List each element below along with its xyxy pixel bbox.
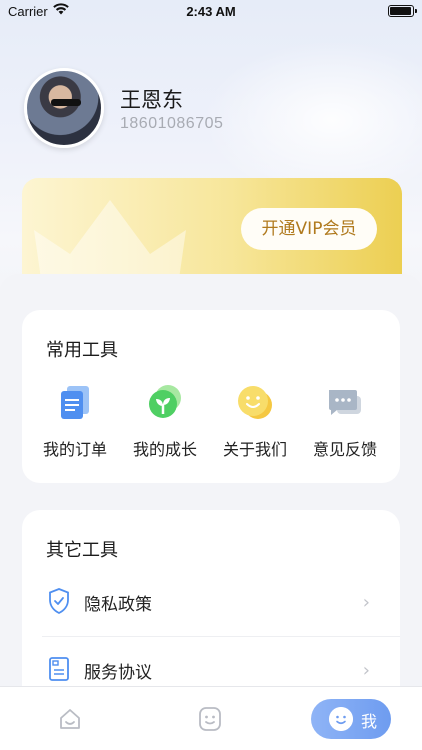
tool-label: 关于我们: [222, 440, 287, 459]
tab-me-label: 我: [361, 712, 378, 731]
avatar-photo: [51, 99, 81, 106]
row-label: 隐私政策: [84, 595, 152, 615]
document-icon: [61, 386, 89, 419]
open-vip-button[interactable]: 开通VIP会员: [241, 208, 377, 250]
tab-me[interactable]: 我: [311, 699, 391, 739]
smile-icon: [329, 707, 353, 731]
tool-label: 我的订单: [42, 440, 107, 459]
chevron-right-icon: ›: [362, 592, 370, 613]
chat-bubble-icon: [329, 390, 361, 415]
status-time: 2:43 AM: [186, 4, 236, 19]
row-label: 服务协议: [84, 663, 152, 683]
tool-label: 意见反馈: [312, 440, 377, 459]
chevron-right-icon: ›: [362, 660, 370, 681]
shield-icon: [49, 588, 69, 614]
tool-label: 我的成长: [132, 440, 197, 459]
sprout-icon: [149, 385, 181, 418]
status-bar: Carrier 2:43 AM: [0, 0, 422, 24]
other-tools-title: 其它工具: [46, 540, 118, 561]
user-name: 王恩东: [120, 88, 183, 112]
user-phone: 18601086705: [120, 115, 224, 132]
smiley-coin-icon: [238, 386, 272, 419]
common-tools-card: 常用工具 我的订单 我的成长 关于我们 意见反馈: [22, 310, 400, 483]
common-tools-grid: 我的订单 我的成长 关于我们 意见反馈: [22, 384, 400, 474]
home-icon[interactable]: [58, 707, 82, 731]
row-privacy-policy[interactable]: 隐私政策 ›: [42, 570, 400, 636]
battery-icon: [388, 5, 417, 17]
agreement-doc-icon: [49, 657, 69, 681]
avatar[interactable]: [24, 68, 104, 148]
divider: [42, 636, 400, 637]
face-icon[interactable]: [198, 706, 222, 732]
other-tools-card: 其它工具 隐私政策 › 服务协议 ›: [22, 510, 400, 710]
tab-bar: 我: [0, 686, 422, 750]
common-tools-title: 常用工具: [46, 340, 118, 361]
